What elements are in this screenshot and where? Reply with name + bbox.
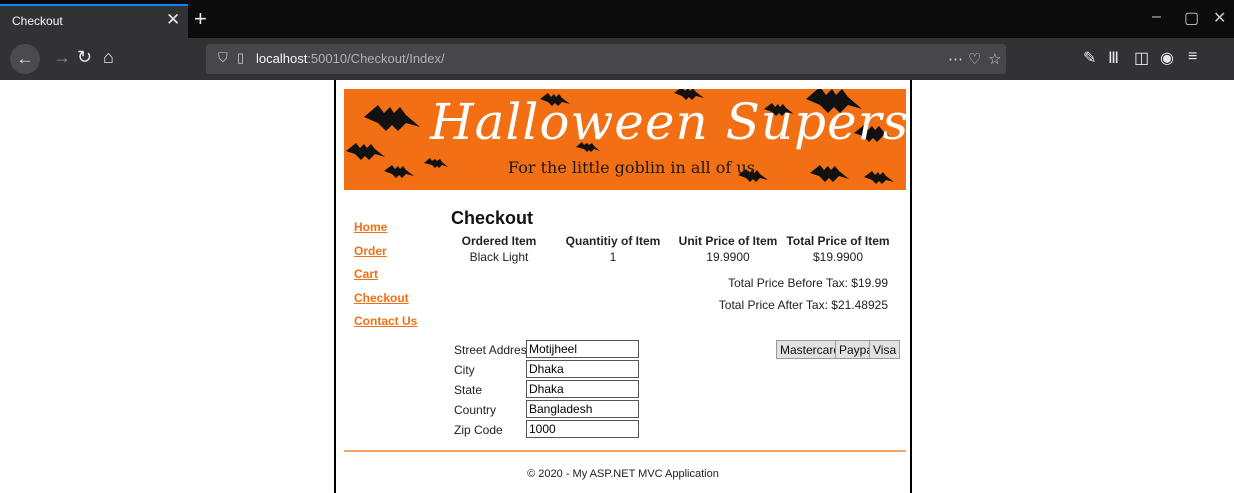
order-items-table: Ordered Item Quantitiy of Item Unit Pric… [446, 233, 894, 265]
header-banner: Halloween Superstore For the little gobl… [344, 89, 906, 190]
cell-unit-price: 19.9900 [706, 250, 750, 264]
nav-link-contact-us[interactable]: Contact Us [354, 314, 417, 338]
url-host: localhost [256, 51, 308, 66]
tab-bar: Checkout ✕ + – ▢ ✕ [0, 0, 1234, 38]
city-label: City [454, 363, 475, 377]
close-window-icon[interactable]: ✕ [1213, 8, 1226, 28]
street-address-label: Street Address [454, 343, 533, 357]
footer-divider [344, 450, 906, 452]
mastercard-button[interactable]: Mastercard [776, 340, 845, 359]
back-icon[interactable]: ← [10, 44, 40, 74]
zip-code-label: Zip Code [454, 423, 503, 437]
tab-checkout[interactable]: Checkout ✕ [0, 4, 188, 38]
cell-quantity: 1 [609, 250, 617, 264]
column-header-quantity: Quantitiy of Item [565, 234, 661, 248]
store-tagline: For the little goblin in all of us [508, 158, 755, 177]
url-text[interactable]: localhost:50010/Checkout/Index/ [256, 51, 445, 66]
nav-link-order[interactable]: Order [354, 244, 417, 268]
table-row: Black Light 1 19.9900 $19.9900 [446, 249, 894, 265]
account-icon[interactable]: ◉ [1160, 48, 1174, 68]
page-container: Halloween Superstore For the little gobl… [334, 80, 912, 493]
table-header-row: Ordered Item Quantitiy of Item Unit Pric… [446, 233, 894, 249]
country-label: Country [454, 403, 497, 417]
library-icon[interactable]: Ⅲ [1108, 48, 1119, 68]
url-path: :50010/Checkout/Index/ [307, 51, 445, 66]
zip-code-field[interactable] [526, 420, 639, 438]
address-bar[interactable]: ⛉ ▯ localhost:50010/Checkout/Index/ ⋯ ♡ … [206, 44, 1006, 74]
sidebar-icon[interactable]: ◫ [1134, 48, 1149, 68]
footer-text: © 2020 - My ASP.NET MVC Application [527, 468, 719, 480]
page-title: Checkout [451, 208, 534, 228]
nav-link-home[interactable]: Home [354, 220, 417, 244]
page-icon[interactable]: ▯ [237, 50, 244, 66]
shield-icon[interactable]: ⛉ [218, 50, 228, 66]
column-header-ordered-item: Ordered Item [461, 234, 537, 248]
menu-icon[interactable]: ≡ [1188, 48, 1197, 66]
total-after-tax: Total Price After Tax: $21.48925 [718, 298, 888, 312]
store-title: Halloween Superstore [430, 93, 906, 151]
new-tab-icon[interactable]: + [194, 6, 207, 32]
wrench-icon[interactable]: ✎ [1083, 48, 1096, 68]
restore-icon[interactable]: ▢ [1184, 8, 1199, 28]
reload-icon[interactable]: ↻ [77, 47, 92, 68]
visa-button[interactable]: Visa [869, 340, 901, 359]
forward-icon[interactable]: → [53, 47, 71, 68]
nav-link-checkout[interactable]: Checkout [354, 291, 417, 315]
tab-title: Checkout [12, 14, 63, 28]
state-field[interactable] [526, 380, 639, 398]
state-label: State [454, 383, 483, 397]
minimize-icon[interactable]: – [1152, 8, 1161, 26]
total-before-tax: Total Price Before Tax: $19.99 [728, 276, 888, 290]
city-field[interactable] [526, 360, 639, 378]
country-field[interactable] [526, 400, 639, 418]
pocket-icon[interactable]: ♡ [968, 50, 981, 68]
nav-link-cart[interactable]: Cart [354, 267, 417, 291]
page-actions-icon[interactable]: ⋯ [948, 50, 963, 68]
column-header-total-price: Total Price of Item [786, 234, 890, 248]
tab-close-icon[interactable]: ✕ [166, 10, 180, 30]
cell-item-name: Black Light [469, 250, 529, 264]
street-address-field[interactable] [526, 340, 639, 358]
column-header-unit-price: Unit Price of Item [678, 234, 778, 248]
side-navigation: Home Order Cart Checkout Contact Us [354, 220, 417, 338]
home-icon[interactable]: ⌂ [103, 47, 114, 68]
bookmark-star-icon[interactable]: ☆ [988, 50, 1001, 68]
cell-total-price: $19.9900 [812, 250, 864, 264]
